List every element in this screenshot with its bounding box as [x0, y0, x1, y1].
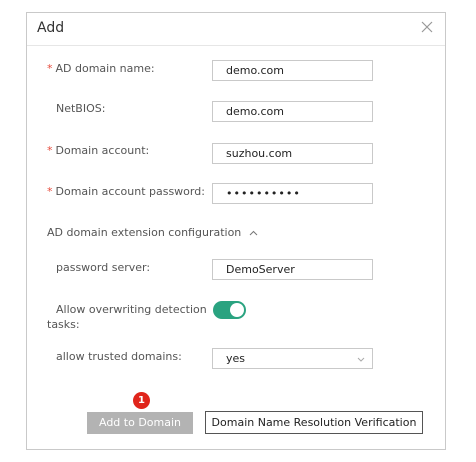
allow-overwriting-label: Allow overwriting detection tasks:: [47, 302, 207, 332]
dialog-title-bar: Add: [27, 13, 445, 46]
domain-password-value: ••••••••••: [226, 187, 301, 200]
allow-trusted-label: allow trusted domains:: [56, 350, 182, 363]
allow-trusted-select[interactable]: yes: [212, 348, 373, 369]
netbios-label: NetBIOS:: [56, 102, 106, 115]
domain-password-input[interactable]: ••••••••••: [212, 183, 373, 204]
domain-password-label-text: Domain account password:: [55, 185, 205, 198]
ad-domain-name-value: demo.com: [226, 64, 284, 77]
ad-domain-name-label-text: AD domain name:: [55, 62, 155, 75]
extension-section-header[interactable]: AD domain extension configuration: [47, 226, 258, 239]
ad-domain-name-label: * AD domain name:: [47, 62, 155, 75]
ad-domain-name-input[interactable]: demo.com: [212, 60, 373, 81]
domain-account-label-text: Domain account:: [55, 144, 150, 157]
chevron-up-icon: [249, 230, 258, 236]
close-icon[interactable]: [419, 19, 435, 35]
resolution-verification-button[interactable]: Domain Name Resolution Verification: [205, 411, 423, 434]
allow-trusted-value: yes: [226, 352, 246, 365]
password-server-value: DemoServer: [226, 263, 295, 276]
required-marker: *: [47, 144, 53, 157]
add-dialog: Add * AD domain name: demo.com NetBIOS: d…: [26, 12, 446, 450]
password-server-label: password server:: [56, 261, 151, 274]
allow-overwriting-label-line1: Allow overwriting detection: [56, 303, 207, 316]
required-marker: *: [47, 62, 53, 75]
allow-overwriting-toggle[interactable]: [213, 301, 246, 319]
domain-account-value: suzhou.com: [226, 147, 293, 160]
domain-account-input[interactable]: suzhou.com: [212, 143, 373, 164]
dialog-title: Add: [37, 20, 65, 36]
toggle-knob: [230, 303, 244, 317]
step-badge: 1: [133, 392, 150, 409]
password-server-input[interactable]: DemoServer: [212, 259, 373, 280]
netbios-input[interactable]: demo.com: [212, 101, 373, 122]
required-marker: *: [47, 185, 53, 198]
domain-account-label: * Domain account:: [47, 144, 149, 157]
add-to-domain-button[interactable]: Add to Domain: [87, 412, 193, 434]
chevron-down-icon: [357, 357, 365, 362]
netbios-value: demo.com: [226, 105, 284, 118]
allow-overwriting-label-line2: tasks:: [47, 318, 80, 331]
extension-section-title: AD domain extension configuration: [47, 226, 242, 239]
domain-password-label: * Domain account password:: [47, 185, 205, 198]
